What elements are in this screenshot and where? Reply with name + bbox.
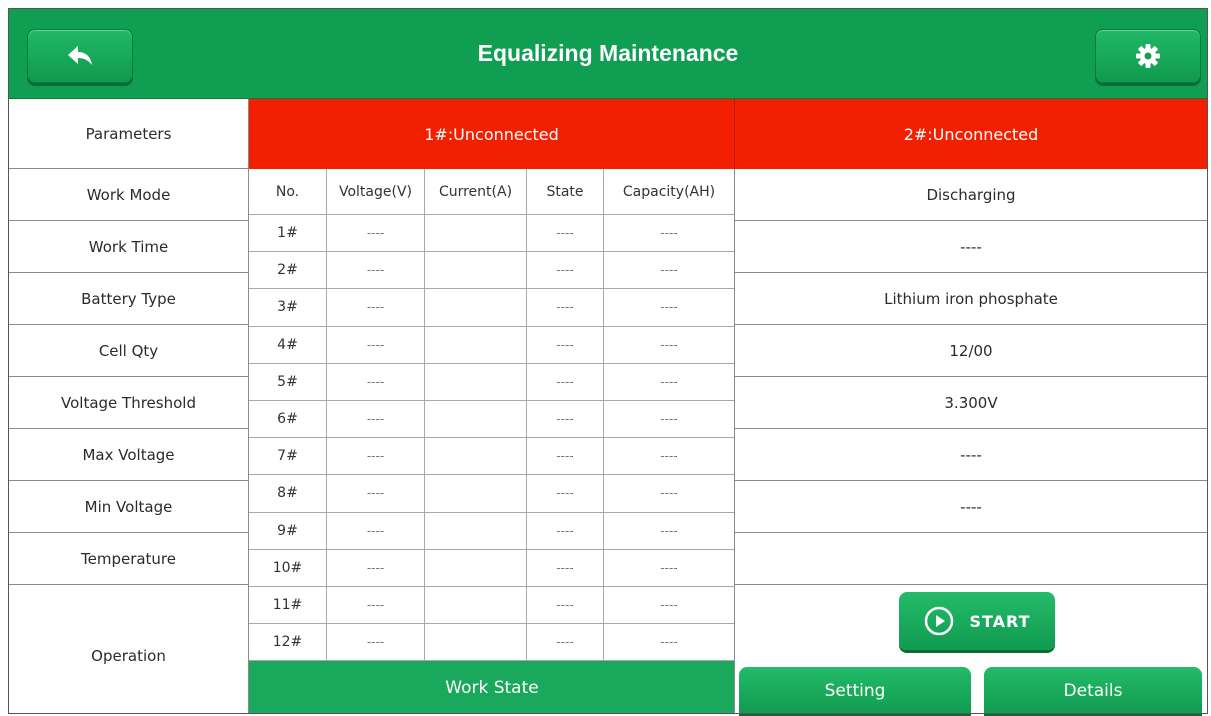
outer-frame	[8, 8, 1208, 714]
top-strip	[0, 0, 1211, 8]
